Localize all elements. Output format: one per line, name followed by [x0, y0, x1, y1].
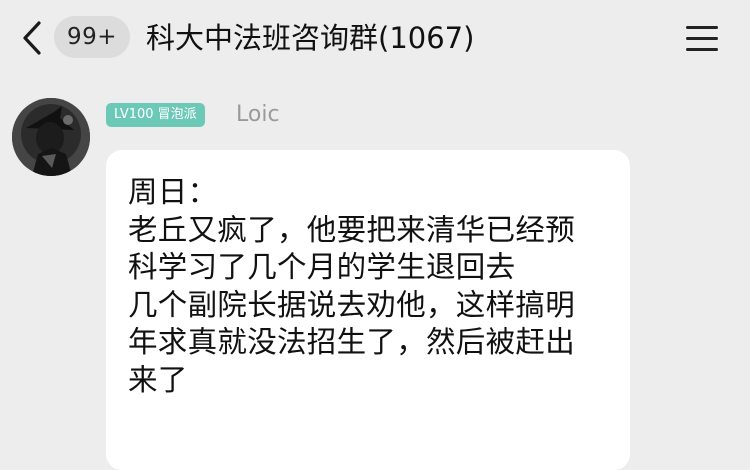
user-level-badge: LV100 冒泡派	[106, 103, 205, 127]
sender-nickname[interactable]: Loic	[236, 100, 280, 130]
avatar-image	[12, 98, 90, 176]
message-line: 年求真就没法招生了，然后被赶出	[128, 325, 576, 360]
back-button[interactable]	[14, 18, 50, 58]
message-line: 来了	[128, 362, 188, 397]
message-line: 周日：	[128, 175, 218, 209]
avatar[interactable]	[12, 98, 90, 176]
chat-header: 99+ 科大中法班咨询群(1067)	[0, 0, 750, 80]
chat-title: 科大中法班咨询群(1067)	[146, 21, 475, 55]
message-line: 几个副院长据说去劝他，这样搞明	[128, 287, 576, 322]
message-bubble[interactable]: 周日： 老丘又疯了，他要把来清华已经预 科学习了几个月的学生退回去 几个副院长据…	[106, 150, 630, 470]
menu-button[interactable]	[680, 20, 724, 56]
message-line: 科学习了几个月的学生退回去	[128, 250, 516, 285]
message-line: 老丘又疯了，他要把来清华已经预	[128, 212, 576, 247]
unread-count-badge[interactable]: 99+	[54, 16, 131, 58]
chevron-left-icon	[23, 21, 41, 55]
